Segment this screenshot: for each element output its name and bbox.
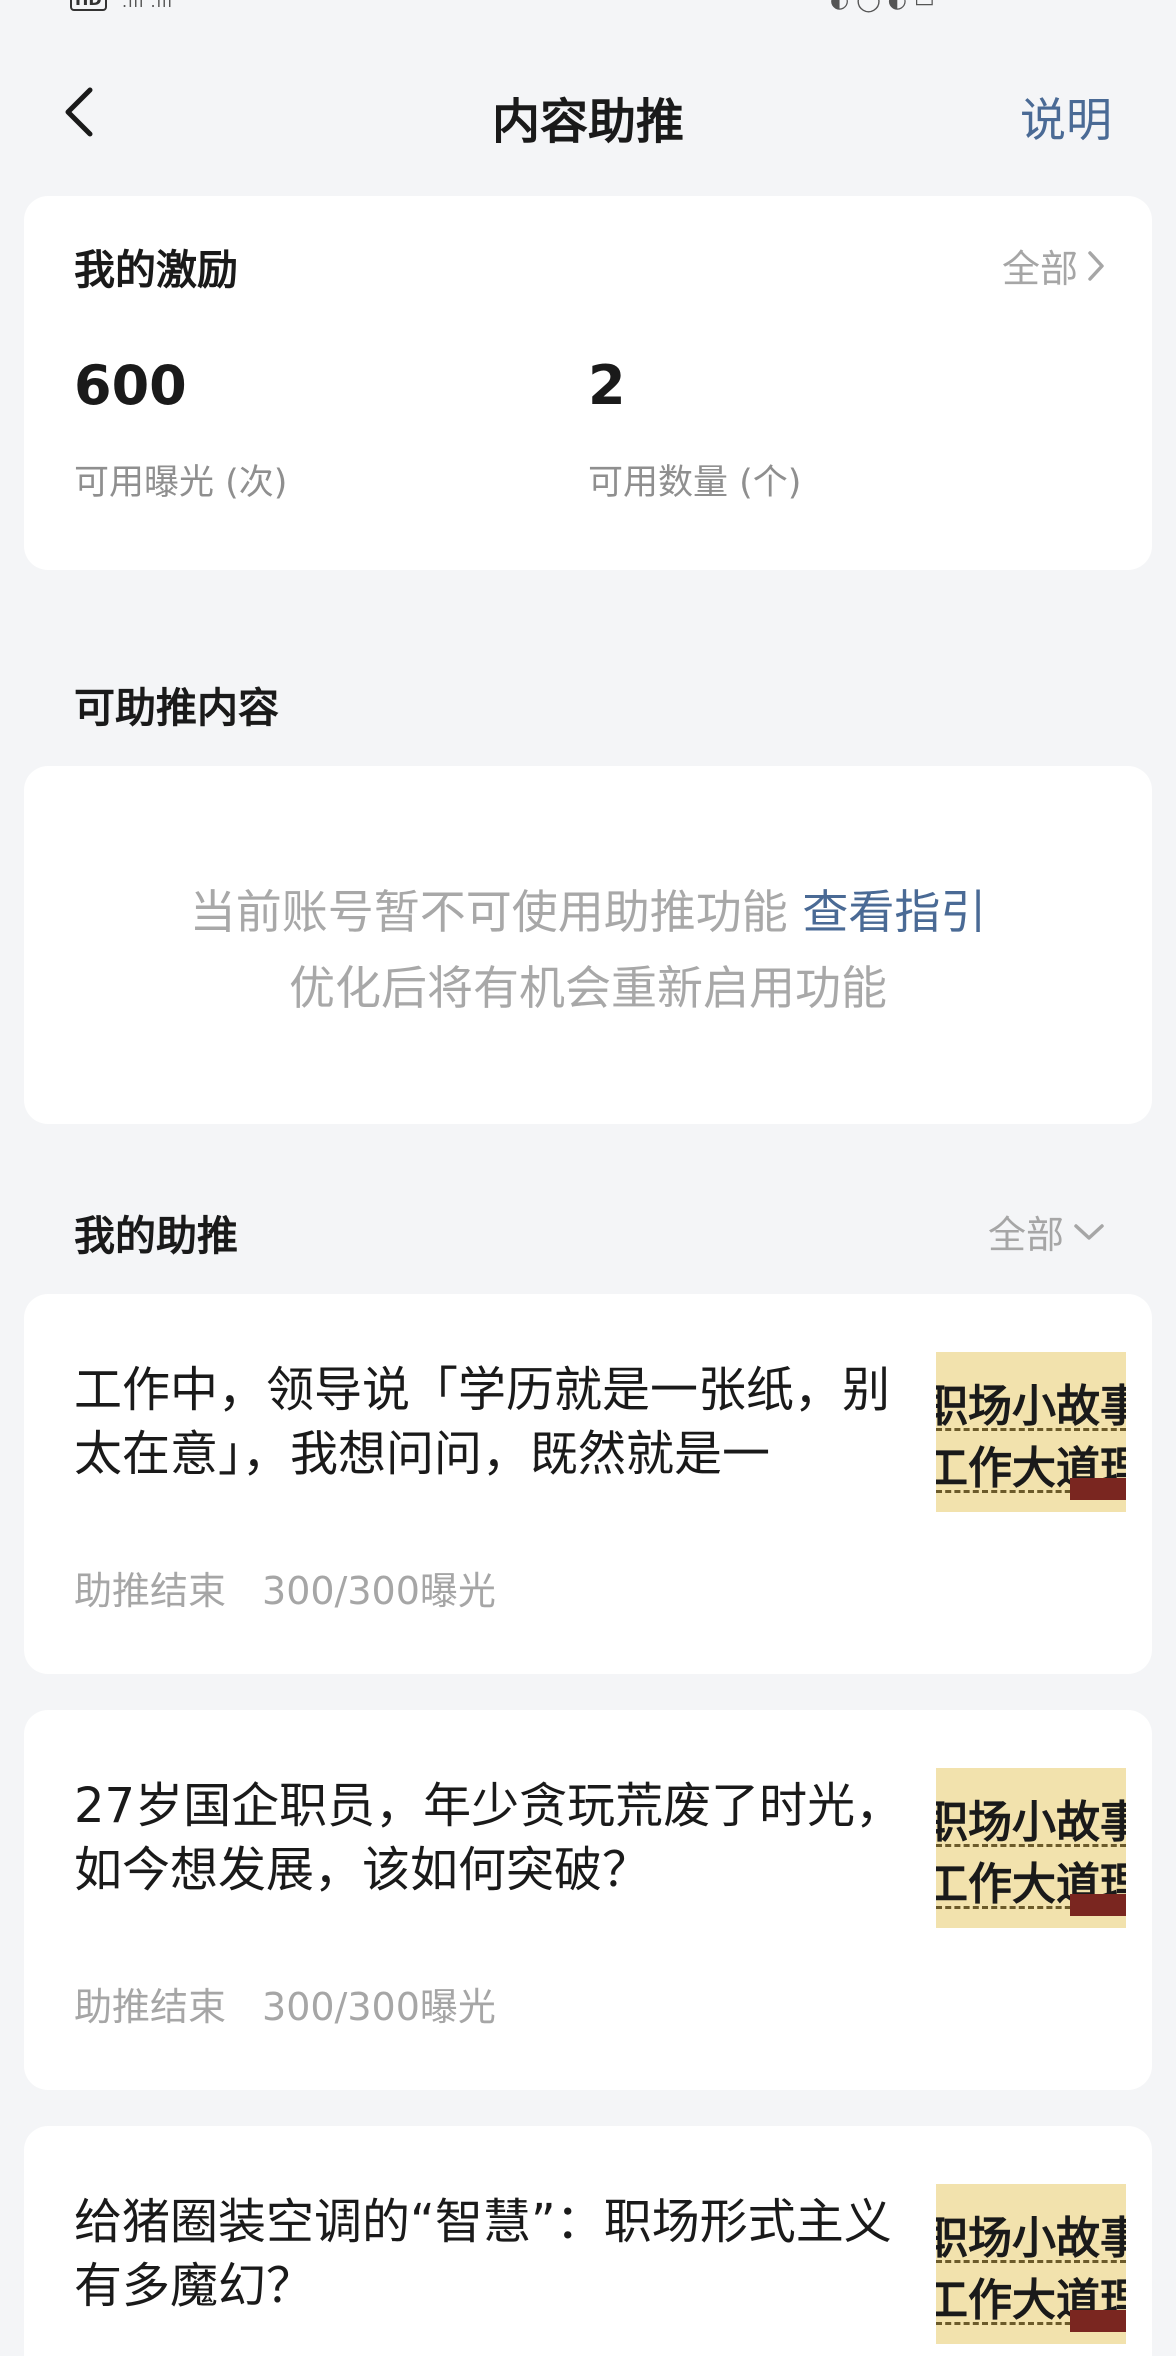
notice-line-2: 优化后将有机会重新启用功能 xyxy=(289,961,887,1015)
notice-line-1: 当前账号暂不可使用助推功能 查看指引 xyxy=(24,876,1152,942)
page-title: 内容助推 xyxy=(491,94,684,150)
view-guide-link[interactable]: 查看指引 xyxy=(802,885,986,939)
incentive-all-button[interactable]: 全部 xyxy=(1002,238,1106,293)
boost-item-thumbnail: 职场小故事 工作大道理 xyxy=(936,1352,1126,1512)
my-boosts-title: 我的助推 xyxy=(74,1212,238,1260)
notice-text: 当前账号暂不可使用助推功能 xyxy=(189,885,788,939)
boost-item-meta: 助推结束 300/300曝光 xyxy=(74,1976,496,2031)
chevron-down-icon xyxy=(1074,1223,1104,1240)
boost-exposure: 300/300曝光 xyxy=(262,1569,496,1613)
status-bar: HD .ıll .ıll ◐ ◯ ◐ ▭ xyxy=(0,0,1176,20)
explain-button[interactable]: 说明 xyxy=(1020,84,1112,150)
boost-item[interactable]: 工作中，领导说「学历就是一张纸，别太在意」，我想问问，既然就是一 职场小故事 工… xyxy=(24,1294,1152,1674)
exposure-value: 600 xyxy=(74,354,187,417)
boost-status: 助推结束 xyxy=(74,1985,227,2029)
chevron-right-icon xyxy=(1088,250,1104,281)
incentive-title: 我的激励 xyxy=(74,246,238,294)
thumbnail-text-1: 职场小故事 xyxy=(936,1797,1126,1848)
quantity-value: 2 xyxy=(588,354,626,417)
exposure-label: 可用曝光 (次) xyxy=(74,463,288,503)
thumbnail-text-1: 职场小故事 xyxy=(936,1381,1126,1432)
incentive-card: 我的激励 全部 600 可用曝光 (次) 2 可用数量 (个) xyxy=(24,196,1152,570)
boostable-card: 当前账号暂不可使用助推功能 查看指引 优化后将有机会重新启用功能 xyxy=(24,766,1152,1124)
status-icons: ◐ ◯ ◐ ▭ xyxy=(830,0,935,13)
boost-item-meta: 助推结束 300/300曝光 xyxy=(74,1560,496,1615)
boost-item-thumbnail: 职场小故事 工作大道理 xyxy=(936,2184,1126,2344)
quantity-label: 可用数量 (个) xyxy=(588,463,802,503)
boost-item-thumbnail: 职场小故事 工作大道理 xyxy=(936,1768,1126,1928)
my-boosts-all-button[interactable]: 全部 xyxy=(988,1204,1106,1259)
book-icon xyxy=(1070,1478,1126,1500)
boost-item[interactable]: 给猪圈装空调的“智慧”：职场形式主义有多魔幻？ 职场小故事 工作大道理 xyxy=(24,2126,1152,2356)
hd-indicator-icon: HD xyxy=(70,0,107,11)
boost-item[interactable]: 27岁国企职员，年少贪玩荒废了时光，如今想发展，该如何突破？ 职场小故事 工作大… xyxy=(24,1710,1152,2090)
boostable-title: 可助推内容 xyxy=(74,684,279,732)
boost-exposure: 300/300曝光 xyxy=(262,1985,496,2029)
boost-item-title: 给猪圈装空调的“智慧”：职场形式主义有多魔幻？ xyxy=(74,2194,892,2314)
boost-item-title: 工作中，领导说「学历就是一张纸，别太在意」，我想问问，既然就是一 xyxy=(74,1362,891,1482)
signal-icon: .ıll .ıll xyxy=(122,0,173,11)
nav-bar: 内容助推 说明 xyxy=(0,60,1176,170)
book-icon xyxy=(1070,2310,1126,2332)
boost-item-title: 27岁国企职员，年少贪玩荒废了时光，如今想发展，该如何突破？ xyxy=(74,1778,904,1898)
incentive-all-label: 全部 xyxy=(1001,247,1078,291)
book-icon xyxy=(1070,1894,1126,1916)
boost-status: 助推结束 xyxy=(74,1569,227,1613)
thumbnail-text-1: 职场小故事 xyxy=(936,2213,1126,2264)
my-boosts-all-label: 全部 xyxy=(987,1213,1064,1257)
